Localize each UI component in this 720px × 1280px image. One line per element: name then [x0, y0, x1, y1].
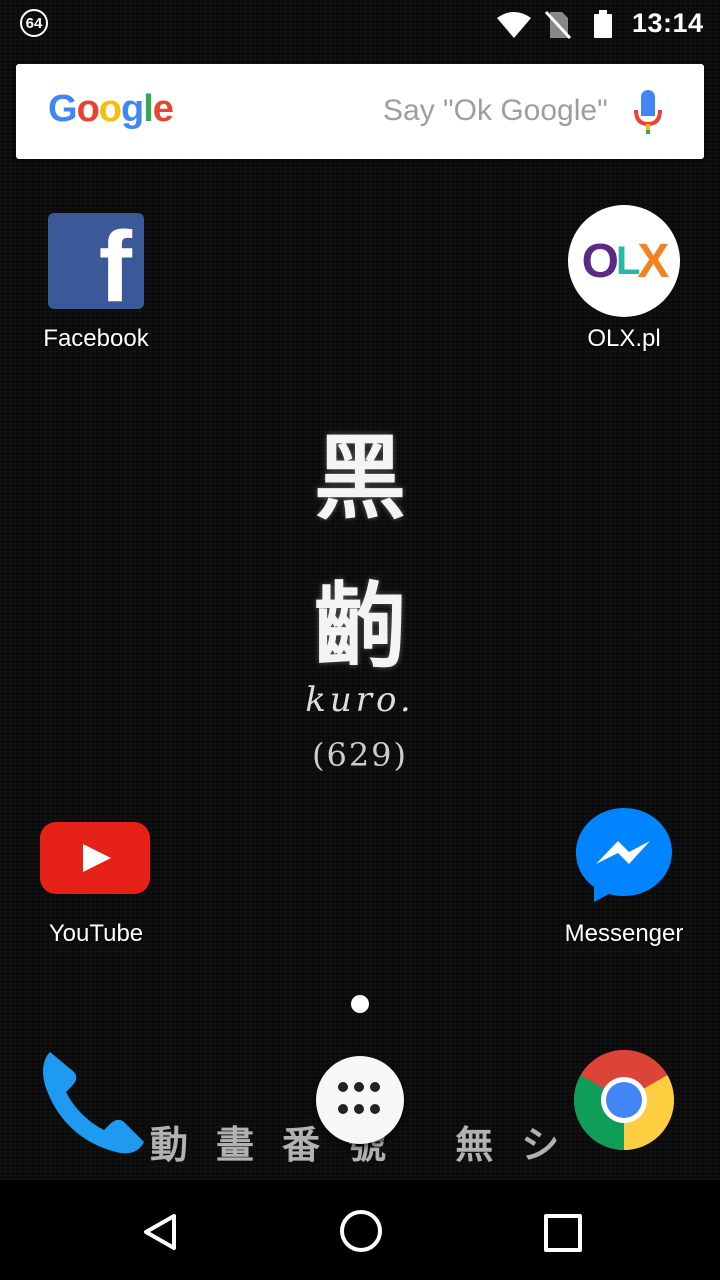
- wifi-icon: [497, 12, 531, 38]
- widget-kanji-top: 黑: [313, 424, 406, 532]
- page-indicator-dot: [351, 995, 369, 1013]
- status-bar: 64 13:14: [0, 0, 720, 50]
- battery-icon: [594, 10, 612, 38]
- search-hint: Say "Ok Google": [383, 94, 608, 127]
- back-icon[interactable]: [140, 1212, 180, 1252]
- widget-romaji: kuro.: [305, 680, 415, 720]
- google-search-bar[interactable]: Google Say "Ok Google": [16, 64, 704, 159]
- widget-number: (629): [311, 736, 409, 774]
- app-label: Messenger: [564, 920, 684, 947]
- app-label: OLX.pl: [587, 325, 661, 352]
- notification-count-badge: 64: [20, 9, 48, 37]
- app-olx[interactable]: OLX OLX.pl: [544, 205, 704, 353]
- olx-icon: OLX: [568, 205, 680, 317]
- mic-icon[interactable]: [630, 88, 666, 136]
- app-drawer-button[interactable]: [316, 1056, 404, 1144]
- widget-kanji-bottom: 齣: [313, 572, 406, 680]
- messenger-icon: [576, 808, 672, 902]
- home-icon[interactable]: [340, 1210, 382, 1252]
- app-messenger[interactable]: Messenger: [544, 800, 704, 948]
- app-label: YouTube: [48, 920, 144, 947]
- recents-icon[interactable]: [544, 1214, 582, 1252]
- app-facebook[interactable]: f Facebook: [16, 205, 176, 353]
- app-drawer-icon: [338, 1082, 382, 1118]
- phone-icon[interactable]: [36, 1044, 152, 1160]
- google-logo: Google: [48, 88, 174, 130]
- clock: 13:14: [632, 8, 704, 38]
- app-youtube[interactable]: YouTube: [16, 800, 176, 948]
- youtube-icon: [40, 822, 150, 894]
- chrome-icon[interactable]: [572, 1048, 676, 1152]
- app-label: Facebook: [43, 325, 149, 352]
- facebook-icon: f: [48, 213, 144, 309]
- no-sim-icon: [544, 10, 572, 40]
